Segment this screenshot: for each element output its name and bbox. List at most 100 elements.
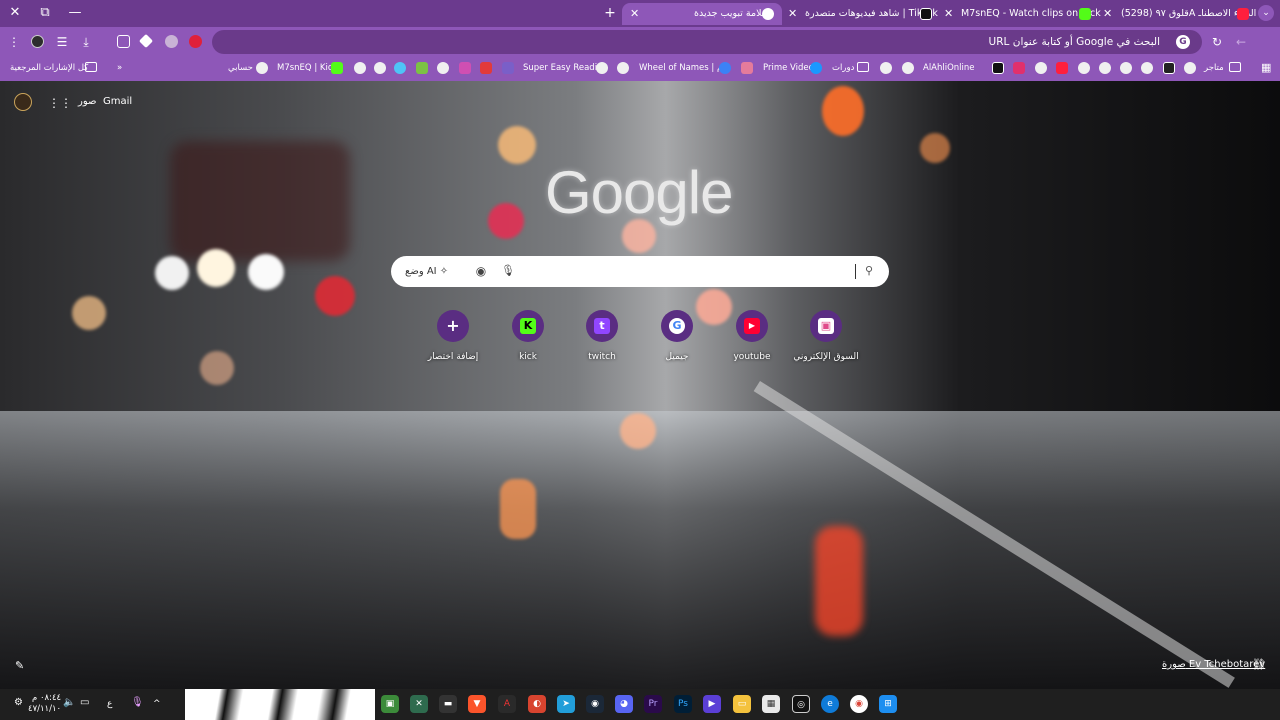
shortcut-youtube[interactable]: ▶ youtube	[712, 310, 792, 366]
images-link[interactable]: صور	[78, 96, 97, 107]
excel-icon[interactable]: ✕	[410, 695, 428, 713]
bookmark-wheel-of-names[interactable]: Wheel of Names | م...	[639, 60, 730, 76]
tray-overflow-chevron[interactable]: ^	[153, 689, 161, 720]
minimize-window-button[interactable]: —	[60, 3, 90, 23]
web-icon[interactable]	[741, 62, 753, 74]
search-icon[interactable]: ⚲	[861, 263, 877, 279]
download-icon[interactable]	[416, 62, 428, 74]
adobe-icon[interactable]: A	[498, 695, 516, 713]
web-icon[interactable]	[437, 62, 449, 74]
web-icon[interactable]	[1099, 62, 1111, 74]
bookmark-prime-video[interactable]: Prime Video	[763, 60, 814, 76]
store-icon[interactable]: ▦	[762, 695, 780, 713]
google-icon	[256, 62, 268, 74]
reading-list-icon[interactable]: ☰	[54, 34, 70, 50]
web-icon[interactable]	[880, 62, 892, 74]
tab-tiktok[interactable]: ✕ شاهد فيديوهات متصدرة | TikTok	[786, 3, 938, 25]
chrome-icon[interactable]: ◉	[850, 695, 868, 713]
reload-icon[interactable]: ↻	[1209, 34, 1225, 50]
web-icon[interactable]	[1141, 62, 1153, 74]
web-icon[interactable]	[374, 62, 386, 74]
web-icon[interactable]	[617, 62, 629, 74]
shortcut-label: السوق الإلكتروني	[793, 352, 859, 362]
tab-new-tab[interactable]: ✕ علامة تبويب جديدة	[622, 3, 782, 25]
steam-icon[interactable]: ◉	[586, 695, 604, 713]
close-tab-icon[interactable]: ✕	[1103, 3, 1112, 25]
web-icon[interactable]	[1035, 62, 1047, 74]
tab-search-button[interactable]: ⌄	[1258, 5, 1274, 21]
youtube-icon[interactable]	[1056, 62, 1068, 74]
bookmark-kick[interactable]: M7snEQ | Kick	[277, 60, 337, 76]
search-box[interactable]: وضع AI ✧ ◉ 🎙 ⚲	[391, 256, 889, 287]
restore-window-button[interactable]: ⧉	[30, 3, 60, 23]
bookmark-courses[interactable]: دورات	[832, 60, 854, 76]
profile-avatar-icon[interactable]	[31, 35, 44, 48]
instagram-icon[interactable]	[1013, 62, 1025, 74]
adobe-icon[interactable]	[480, 62, 492, 74]
web-icon[interactable]	[1184, 62, 1196, 74]
tab-kick[interactable]: ✕ M7snEQ - Watch clips on Kick	[942, 3, 1101, 25]
tiktok-icon[interactable]	[992, 62, 1004, 74]
minecraft-icon[interactable]: ▣	[381, 695, 399, 713]
shortcut-add[interactable]: + إضافة اختصار	[413, 310, 493, 366]
start-icon[interactable]: ⊞	[879, 695, 897, 713]
google-apps-icon[interactable]: ⋮⋮	[48, 96, 72, 110]
close-tab-icon[interactable]: ✕	[788, 3, 797, 25]
close-window-button[interactable]: ✕	[0, 3, 30, 23]
web-icon[interactable]	[1120, 62, 1132, 74]
menu-icon[interactable]: ⋮	[6, 34, 22, 50]
shortcut-kick[interactable]: K kick	[488, 310, 568, 366]
bookmark-account[interactable]: حسابي	[228, 60, 253, 76]
extension-red-icon[interactable]	[189, 35, 202, 48]
discord-icon[interactable]: ◕	[615, 695, 633, 713]
profile-avatar[interactable]	[14, 93, 32, 111]
web-icon[interactable]	[354, 62, 366, 74]
media-player-icon[interactable]: ▶	[703, 695, 721, 713]
shortcut-google[interactable]: G جيميل	[637, 310, 717, 366]
premiere-icon[interactable]: Pr	[644, 695, 662, 713]
telegram-icon[interactable]: ➤	[557, 695, 575, 713]
gmail-link[interactable]: Gmail	[103, 96, 132, 107]
bookmarks-overflow[interactable]: »	[117, 60, 122, 76]
bokeh-light	[822, 86, 864, 136]
web-icon[interactable]	[502, 62, 514, 74]
extensions-icon[interactable]	[117, 35, 130, 48]
photo-credit-link[interactable]: صورة Ev Tchebotarev	[1162, 659, 1265, 670]
web-icon[interactable]	[1078, 62, 1090, 74]
settings-tray-icon[interactable]: ⚙	[14, 697, 23, 708]
new-tab-button[interactable]: +	[601, 3, 619, 23]
lens-icon[interactable]: ◉	[473, 263, 489, 279]
app-icon[interactable]: ◐	[528, 695, 546, 713]
back-icon[interactable]: ←	[1233, 34, 1249, 50]
photoshop-icon[interactable]: Ps	[674, 695, 692, 713]
shortcut-twitch[interactable]: t twitch	[562, 310, 642, 366]
microphone-tray-icon[interactable]: 🎙	[131, 697, 144, 708]
close-tab-icon[interactable]: ✕	[944, 3, 953, 25]
customize-pencil-icon[interactable]: ✎	[15, 659, 24, 672]
bookmark-stores[interactable]: متاجر	[1204, 60, 1224, 76]
web-icon[interactable]	[459, 62, 471, 74]
microphone-icon[interactable]: 🎙	[501, 263, 515, 279]
shortcut-store[interactable]: ▣ السوق الإلكتروني	[786, 310, 866, 366]
all-bookmarks[interactable]: كل الإشارات المرجعية	[10, 60, 88, 76]
language-indicator[interactable]: ع	[107, 689, 112, 720]
app-icon[interactable]: ◎	[792, 695, 810, 713]
terminal-icon[interactable]: ▬	[439, 695, 457, 713]
ai-mode-button[interactable]: وضع AI ✧	[405, 256, 448, 287]
anchor-icon[interactable]	[1163, 62, 1175, 74]
brave-icon[interactable]: ▼	[468, 695, 486, 713]
close-tab-icon[interactable]: ✕	[630, 3, 639, 25]
edge-icon[interactable]: e	[821, 695, 839, 713]
file-explorer-icon[interactable]: ▭	[733, 695, 751, 713]
network-icon[interactable]: ▭	[80, 697, 89, 708]
omnibox[interactable]: البحث في Google أو كتابة عنوان URL G	[212, 30, 1202, 54]
tab-youtube[interactable]: ✕ (5298) قلوق ٩٧A الذكاء الاصطناـ	[1101, 3, 1256, 25]
extension-diamond-icon[interactable]	[138, 33, 154, 49]
apps-grid-icon[interactable]: ▦	[1261, 60, 1271, 76]
clock[interactable]: ٠٨:٤٤ م ٤٧/١١/١٠	[28, 693, 61, 715]
bookmark-alahlionline[interactable]: AlAhliOnline	[923, 60, 975, 76]
volume-icon[interactable]: 🔈	[63, 697, 75, 708]
extension-icon[interactable]	[165, 35, 178, 48]
web-icon[interactable]	[394, 62, 406, 74]
downloads-icon[interactable]: ⤓	[78, 34, 94, 50]
